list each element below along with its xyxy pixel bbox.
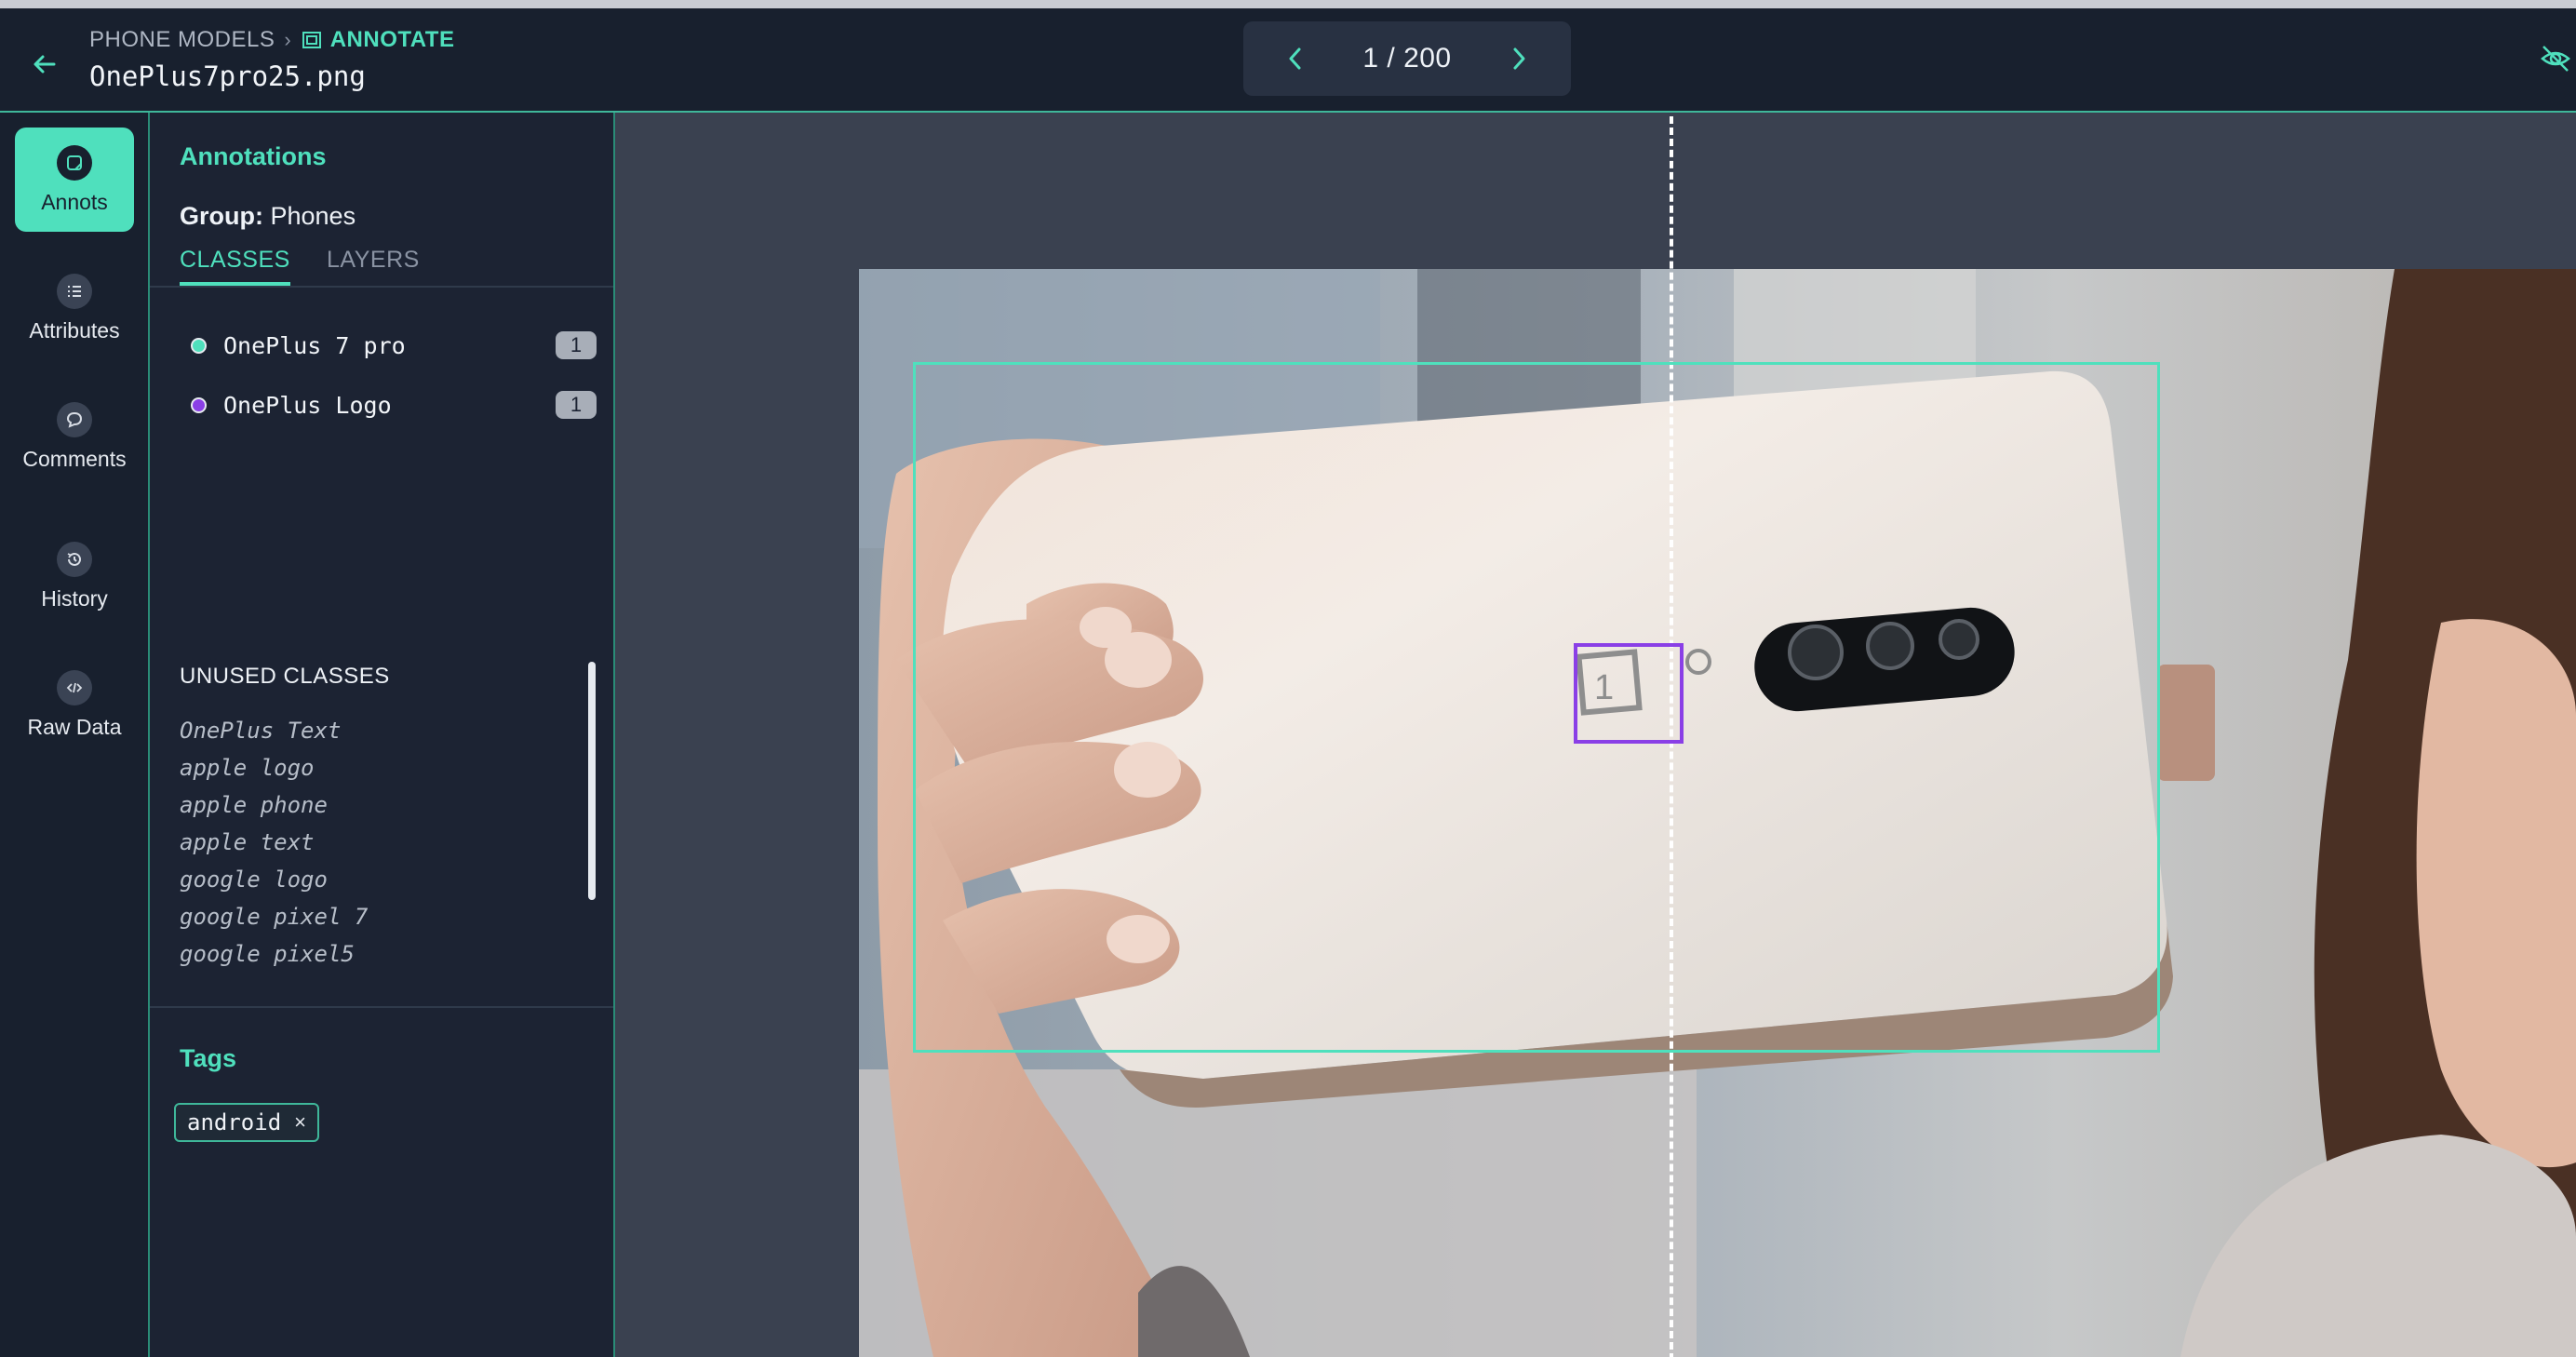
nav-annots-label: Annots [41, 189, 108, 214]
breadcrumb: PHONE MODELS › ANNOTATE [89, 27, 454, 53]
group-label: Group: [180, 202, 263, 230]
unused-class-item[interactable]: apple logo [180, 749, 368, 786]
top-header: PHONE MODELS › ANNOTATE OnePlus7pro25.pn… [0, 8, 2576, 113]
annotations-panel: Annotations Group: Phones CLASSES LAYERS… [150, 113, 615, 1357]
window-top-strip [0, 0, 2576, 8]
breadcrumb-project[interactable]: PHONE MODELS [89, 27, 275, 53]
group-value: Phones [270, 202, 356, 230]
class-count-badge: 1 [556, 331, 597, 359]
class-color-dot [191, 337, 207, 354]
arrow-left-icon [34, 55, 56, 74]
class-color-dot [191, 396, 207, 413]
panel-tabs: CLASSES LAYERS [150, 243, 613, 288]
unused-class-item[interactable]: google pixel 7 [180, 898, 368, 935]
breadcrumb-active: ANNOTATE [301, 27, 455, 53]
file-name: OnePlus7pro25.png [89, 60, 366, 92]
code-icon [57, 669, 92, 705]
eye-off-icon [2541, 46, 2570, 72]
class-name: OnePlus Logo [223, 391, 392, 419]
bbox-oneplus-7-pro[interactable] [913, 362, 2160, 1053]
previous-image-button[interactable] [1281, 44, 1310, 74]
nav-raw-data[interactable]: Raw Data [15, 652, 134, 757]
group-line: Group: Phones [180, 202, 356, 231]
back-button[interactable] [24, 44, 65, 85]
list-icon [57, 273, 92, 309]
class-row-oneplus-7-pro[interactable]: OnePlus 7 pro 1 [191, 325, 600, 366]
nav-comments[interactable]: Comments [15, 384, 134, 489]
annotate-icon [302, 32, 321, 48]
unused-class-item[interactable]: OnePlus Text [180, 712, 368, 749]
comment-icon [57, 401, 92, 437]
class-name: OnePlus 7 pro [223, 331, 406, 359]
history-icon [57, 541, 92, 577]
tag-label: android [187, 1109, 282, 1135]
page-counter: 1 / 200 [1362, 43, 1452, 74]
nav-attributes[interactable]: Attributes [15, 256, 134, 360]
unused-class-item[interactable]: apple text [180, 824, 368, 861]
tab-layers[interactable]: LAYERS [327, 247, 420, 274]
tags-title: Tags [180, 1044, 237, 1072]
unused-class-item[interactable]: google pixel5 [180, 935, 368, 973]
chevron-right-icon [1513, 47, 1525, 70]
nav-history[interactable]: History [15, 524, 134, 628]
tab-classes[interactable]: CLASSES [180, 247, 290, 286]
next-image-button[interactable] [1504, 44, 1534, 74]
breadcrumb-active-label: ANNOTATE [329, 27, 455, 52]
tag-android: android × [174, 1103, 320, 1142]
left-nav: Annots Attributes Comments History Raw D… [0, 113, 150, 1357]
panel-divider [150, 1006, 613, 1008]
panel-title: Annotations [180, 142, 327, 170]
toggle-visibility-button[interactable] [2539, 42, 2572, 75]
chevron-left-icon [1289, 47, 1301, 70]
image-pager: 1 / 200 [1243, 21, 1571, 96]
unused-classes-scrollbar[interactable] [588, 662, 596, 900]
annotation-canvas[interactable]: 1 [615, 113, 2576, 1357]
class-row-oneplus-logo[interactable]: OnePlus Logo 1 [191, 384, 600, 425]
remove-tag-button[interactable]: × [294, 1110, 306, 1135]
nav-annots[interactable]: Annots [15, 128, 134, 232]
unused-classes-list: OnePlus Text apple logo apple phone appl… [180, 712, 368, 973]
breadcrumb-separator: › [284, 28, 291, 51]
nav-comments-label: Comments [22, 446, 127, 471]
unused-class-item[interactable]: apple phone [180, 786, 368, 824]
nav-raw-data-label: Raw Data [27, 714, 122, 739]
nav-attributes-label: Attributes [29, 317, 120, 343]
unused-classes-title: UNUSED CLASSES [180, 664, 390, 689]
class-count-badge: 1 [556, 391, 597, 419]
bbox-oneplus-logo[interactable] [1574, 643, 1684, 744]
annotation-icon [57, 144, 92, 181]
unused-class-item[interactable]: google logo [180, 861, 368, 898]
nav-history-label: History [41, 585, 108, 611]
